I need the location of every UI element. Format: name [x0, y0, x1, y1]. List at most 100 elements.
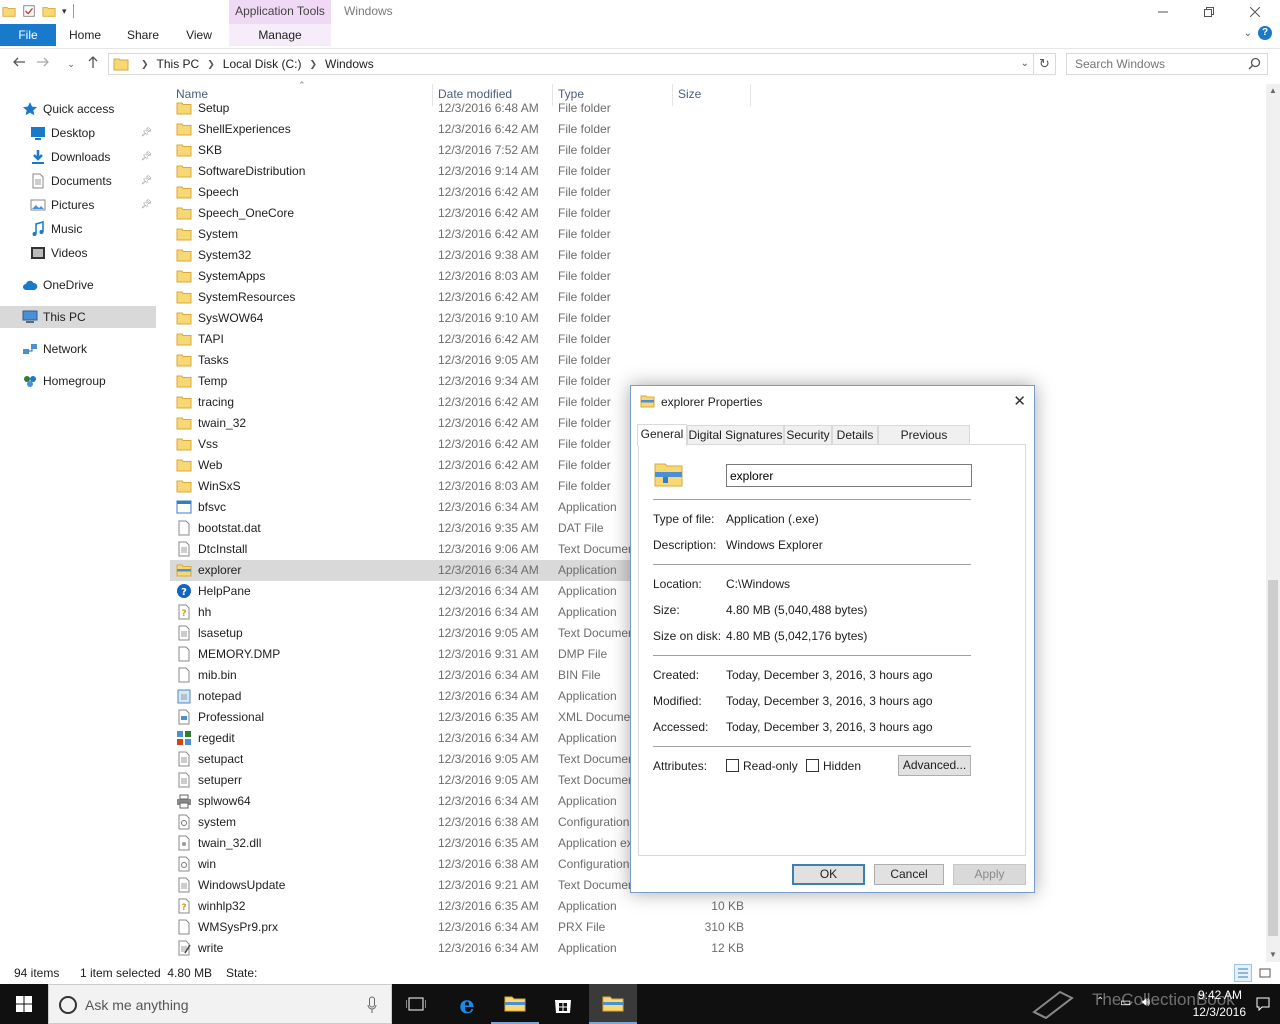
scroll-down-icon[interactable]: ▼: [1266, 948, 1280, 962]
sidebar-item-pictures[interactable]: Pictures 📌︎: [0, 194, 156, 216]
new-folder-icon[interactable]: [42, 3, 56, 19]
pin-icon[interactable]: 📌︎: [141, 151, 152, 162]
breadcrumb-local-disk[interactable]: Local Disk (C:): [223, 57, 302, 71]
cancel-button[interactable]: Cancel: [874, 864, 944, 885]
tab-file[interactable]: File: [0, 24, 56, 46]
tab-share[interactable]: Share: [120, 24, 166, 46]
sidebar-item-homegroup[interactable]: Homegroup: [0, 370, 156, 392]
file-name-input[interactable]: [726, 464, 972, 487]
tab-previous-versions[interactable]: Previous Versions: [878, 425, 970, 460]
sidebar-item-documents[interactable]: Documents 📌︎: [0, 170, 156, 192]
tab-general[interactable]: General: [637, 424, 687, 446]
tab-security[interactable]: Security: [784, 425, 832, 445]
taskbar-file-explorer[interactable]: [491, 984, 539, 1024]
recent-locations-button[interactable]: ⌄: [62, 55, 80, 73]
hidden-label[interactable]: Hidden: [823, 759, 861, 773]
tray-up-arrow-icon[interactable]: ⌃: [1096, 996, 1104, 1007]
printer-icon: [176, 793, 192, 809]
table-row[interactable]: Tasks 12/3/2016 9:05 AM File folder: [170, 350, 760, 371]
ok-button[interactable]: OK: [792, 864, 865, 885]
sidebar-item-network[interactable]: Network: [0, 338, 156, 360]
properties-icon[interactable]: [22, 3, 36, 19]
network-tray-icon[interactable]: ▭: [1120, 995, 1131, 1009]
vertical-scrollbar[interactable]: ▲ ▼: [1266, 84, 1280, 962]
search-box[interactable]: [1066, 53, 1268, 75]
apply-button[interactable]: Apply: [953, 864, 1026, 885]
table-row[interactable]: System32 12/3/2016 9:38 AM File folder: [170, 245, 760, 266]
volume-icon[interactable]: 🔊︎: [1142, 994, 1150, 1010]
sidebar-item-onedrive[interactable]: OneDrive: [0, 274, 156, 296]
scroll-up-icon[interactable]: ▲: [1266, 84, 1280, 98]
scrollbar-thumb[interactable]: [1268, 580, 1278, 936]
sidebar-item-music[interactable]: Music: [0, 218, 156, 240]
file-type: File folder: [558, 101, 611, 115]
qat-dropdown-icon[interactable]: ▾: [62, 6, 67, 17]
large-icons-view-button[interactable]: [1256, 964, 1274, 982]
taskbar-edge[interactable]: e: [443, 984, 491, 1024]
details-view-button[interactable]: [1234, 964, 1252, 982]
pin-icon[interactable]: 📌︎: [141, 127, 152, 138]
table-row[interactable]: write 12/3/2016 6:34 AM Application 12 KB: [170, 938, 760, 959]
minimize-button[interactable]: [1140, 0, 1186, 24]
read-only-checkbox[interactable]: [726, 759, 739, 772]
table-row[interactable]: SoftwareDistribution 12/3/2016 9:14 AM Fil…: [170, 161, 760, 182]
breadcrumb-this-pc[interactable]: This PC: [157, 57, 200, 71]
table-row[interactable]: TAPI 12/3/2016 6:42 AM File folder: [170, 329, 760, 350]
tab-manage[interactable]: Manage: [229, 24, 331, 46]
sidebar-item-videos[interactable]: Videos: [0, 242, 156, 264]
table-row[interactable]: SystemResources 12/3/2016 6:42 AM File fol…: [170, 287, 760, 308]
tab-view[interactable]: View: [178, 24, 220, 46]
help-icon[interactable]: ?: [1258, 26, 1272, 40]
table-row[interactable]: WMSysPr9.prx 12/3/2016 6:34 AM PRX File 310…: [170, 917, 760, 938]
address-bar[interactable]: ❯ This PC ❯ Local Disk (C:) ❯ Windows ⌄: [108, 53, 1034, 75]
clock-time[interactable]: 9:42 AM: [1198, 988, 1242, 1002]
taskbar-store[interactable]: [539, 984, 587, 1024]
table-row[interactable]: System 12/3/2016 6:42 AM File folder: [170, 224, 760, 245]
address-dropdown-icon[interactable]: ⌄: [1021, 58, 1029, 69]
table-row[interactable]: Setup 12/3/2016 6:48 AM File folder: [170, 98, 760, 119]
back-button[interactable]: [10, 55, 28, 73]
read-only-label[interactable]: Read-only: [743, 759, 798, 773]
notifications-icon[interactable]: [1256, 997, 1270, 1011]
close-button[interactable]: [1232, 0, 1278, 24]
task-view-button[interactable]: [392, 984, 440, 1024]
svg-text:?: ?: [181, 609, 186, 619]
table-row[interactable]: SysWOW64 12/3/2016 9:10 AM File folder: [170, 308, 760, 329]
table-row[interactable]: SKB 12/3/2016 7:52 AM File folder: [170, 140, 760, 161]
refresh-button[interactable]: ↻: [1034, 53, 1056, 75]
dialog-title-bar[interactable]: explorer Properties ✕: [631, 386, 1034, 416]
sidebar-item-quick-access[interactable]: Quick access: [0, 98, 156, 120]
microphone-icon[interactable]: [367, 996, 377, 1014]
sidebar-item-this-pc[interactable]: This PC: [0, 306, 156, 328]
sidebar-item-downloads[interactable]: Downloads 📌︎: [0, 146, 156, 168]
tab-details[interactable]: Details: [832, 425, 878, 445]
dialog-close-icon[interactable]: ✕: [1013, 392, 1026, 410]
pin-icon[interactable]: 📌︎: [141, 175, 152, 186]
sidebar-item-desktop[interactable]: Desktop 📌︎: [0, 122, 156, 144]
file-type: DMP File: [558, 647, 608, 661]
expand-ribbon-icon[interactable]: ⌄: [1244, 28, 1252, 39]
table-row[interactable]: SystemApps 12/3/2016 8:03 AM File folder: [170, 266, 760, 287]
advanced-button[interactable]: Advanced...: [898, 755, 971, 776]
up-button[interactable]: [84, 55, 102, 73]
clock-date[interactable]: 12/3/2016: [1193, 1005, 1246, 1019]
forward-button[interactable]: [34, 55, 52, 73]
taskbar-file-explorer-window[interactable]: [589, 984, 637, 1024]
table-row[interactable]: ? winhlp32 12/3/2016 6:35 AM Application 10 …: [170, 896, 760, 917]
accessed-value: Today, December 3, 2016, 3 hours ago: [726, 720, 933, 734]
table-row[interactable]: Speech_OneCore 12/3/2016 6:42 AM File fold…: [170, 203, 760, 224]
table-row[interactable]: ShellExperiences 12/3/2016 6:42 AM File fo…: [170, 119, 760, 140]
start-button[interactable]: [0, 984, 48, 1024]
hidden-checkbox[interactable]: [806, 759, 819, 772]
file-name: bfsvc: [198, 500, 227, 514]
tab-home[interactable]: Home: [62, 24, 108, 46]
pin-icon[interactable]: 📌︎: [141, 199, 152, 210]
chevron-right-icon[interactable]: ❯: [309, 59, 317, 70]
breadcrumb-windows[interactable]: Windows: [325, 57, 374, 71]
tab-digital-signatures[interactable]: Digital Signatures: [687, 425, 784, 445]
search-input[interactable]: [1073, 55, 1243, 73]
chevron-right-icon[interactable]: ❯: [207, 59, 215, 70]
cortana-search-box[interactable]: Ask me anything: [48, 984, 392, 1024]
table-row[interactable]: Speech 12/3/2016 6:42 AM File folder: [170, 182, 760, 203]
restore-button[interactable]: [1186, 0, 1232, 24]
